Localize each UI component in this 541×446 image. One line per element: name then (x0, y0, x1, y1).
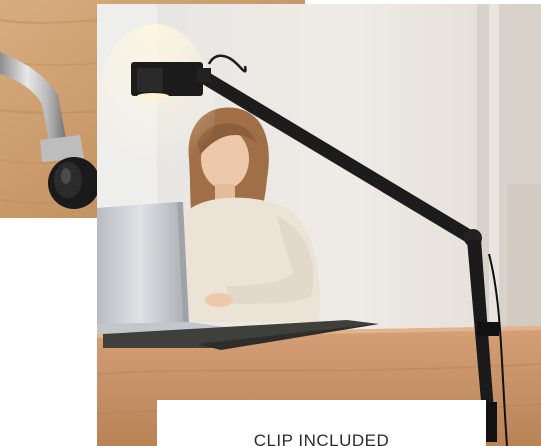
caption-text: CLIP INCLUDED (253, 431, 390, 446)
desk-lamp-scene-photo (97, 4, 541, 446)
product-showcase: CLIP INCLUDED (0, 0, 541, 446)
caption-box: CLIP INCLUDED (157, 400, 486, 446)
desk-lamp-scene-image (97, 4, 541, 446)
